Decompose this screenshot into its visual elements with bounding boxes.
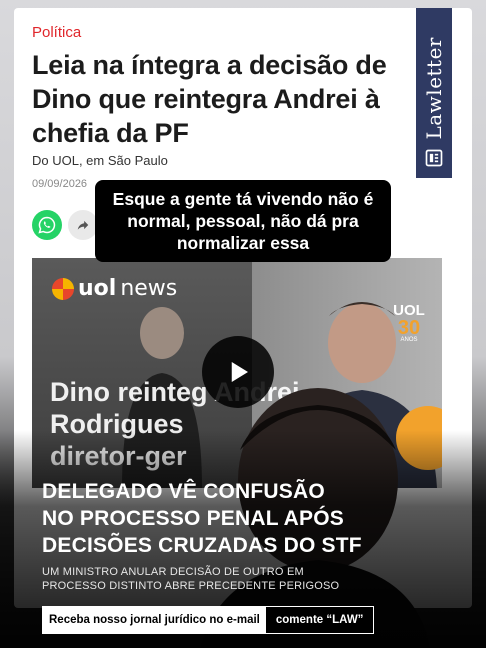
speech-caption: Esque a gente tá vivendo não é normal, p… [95, 180, 391, 262]
article-headline: Leia na íntegra a decisão de Dino que re… [32, 50, 387, 148]
article-source: Do UOL, em São Paulo [32, 153, 168, 168]
article-category[interactable]: Política [32, 24, 81, 41]
newsletter-cta[interactable]: Receba nosso jornal jurídico no e-mail c… [42, 606, 375, 634]
uol-news-logo: uol news [52, 276, 177, 301]
whatsapp-share-button[interactable] [32, 210, 62, 240]
article-date: 09/09/2026 [32, 178, 88, 190]
share-row [32, 210, 98, 240]
brand-news: news [120, 276, 178, 301]
video-frame: Política Leia na íntegra a decisão de Di… [0, 0, 486, 648]
uol-30-anos-badge: UOL 30 ANOS [390, 302, 428, 352]
cta-comment-label: comente “LAW” [265, 607, 374, 633]
badge-number: 30 [397, 317, 421, 339]
newspaper-icon [425, 149, 443, 167]
whatsapp-icon [38, 216, 56, 234]
share-button[interactable] [68, 210, 98, 240]
overlay-title: DELEGADO VÊ CONFUSÃO NO PROCESSO PENAL A… [42, 480, 362, 557]
lawletter-label: Lawletter [422, 37, 446, 140]
cta-left-label: Receba nosso jornal jurídico no e-mail [43, 607, 266, 633]
uol-logo-mark [52, 277, 74, 300]
badge-anos: ANOS [400, 337, 418, 343]
overlay-subtitle: UM MINISTRO ANULAR DECISÃO DE OUTRO EM P… [42, 566, 340, 592]
share-icon [77, 220, 89, 230]
lawletter-badge: Lawletter [416, 8, 452, 178]
brand-uol: uol [78, 276, 117, 301]
